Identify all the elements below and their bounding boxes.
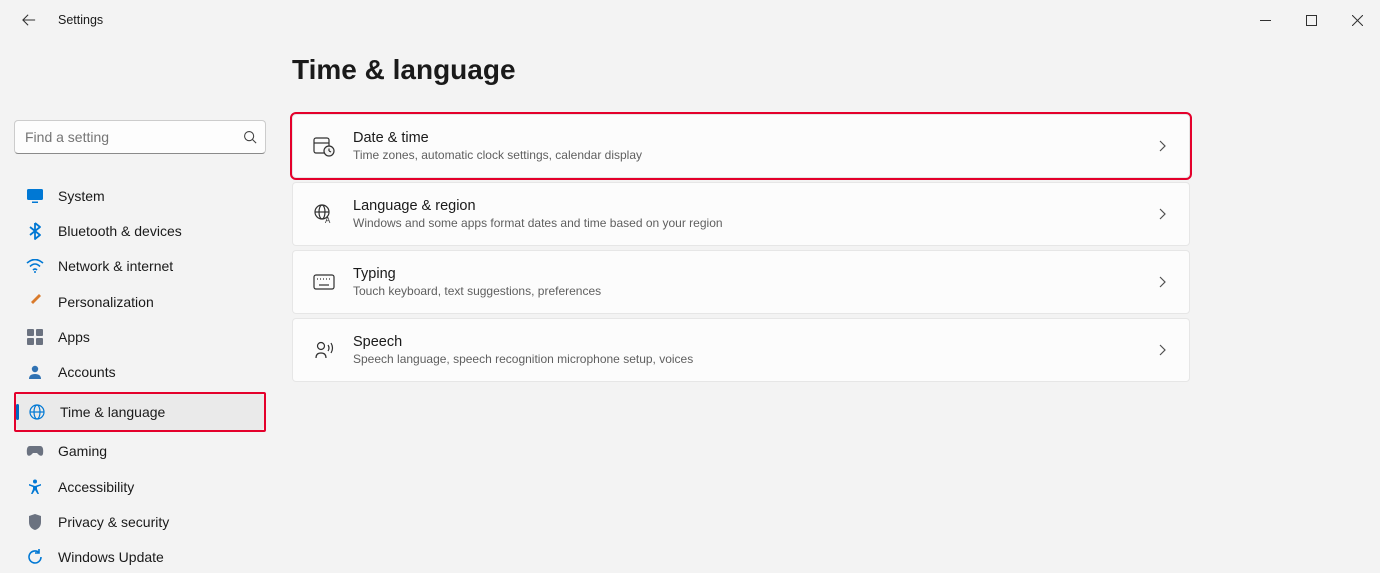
sidebar-item-label: Bluetooth & devices — [58, 223, 182, 239]
language-icon: A — [313, 203, 335, 225]
page-title: Time & language — [292, 54, 1190, 86]
paintbrush-icon — [26, 293, 44, 311]
accessibility-icon — [26, 478, 44, 496]
sidebar-item-label: System — [58, 188, 105, 204]
sidebar-item-label: Gaming — [58, 443, 107, 459]
user-icon — [26, 363, 44, 381]
sidebar-item-label: Windows Update — [58, 549, 164, 565]
card-subtitle: Time zones, automatic clock settings, ca… — [353, 148, 1137, 164]
system-icon — [26, 187, 44, 205]
search-input[interactable] — [14, 120, 266, 154]
card-text: Language & region Windows and some apps … — [353, 197, 1137, 231]
sidebar-item-apps[interactable]: Apps — [14, 321, 266, 352]
app-title: Settings — [58, 13, 103, 27]
calendar-clock-icon — [313, 135, 335, 157]
card-date-and-time[interactable]: Date & time Time zones, automatic clock … — [292, 114, 1190, 178]
window-controls — [1242, 4, 1380, 36]
card-title: Date & time — [353, 129, 1137, 148]
sidebar-item-accounts[interactable]: Accounts — [14, 356, 266, 387]
chevron-right-icon — [1155, 207, 1169, 221]
keyboard-icon — [313, 271, 335, 293]
sidebar-item-label: Time & language — [60, 404, 165, 420]
back-button[interactable] — [18, 9, 40, 31]
sidebar-item-gaming[interactable]: Gaming — [14, 436, 266, 467]
sidebar-item-label: Network & internet — [58, 258, 173, 274]
card-text: Typing Touch keyboard, text suggestions,… — [353, 265, 1137, 299]
gaming-icon — [26, 442, 44, 460]
card-subtitle: Windows and some apps format dates and t… — [353, 216, 1137, 232]
bluetooth-icon — [26, 222, 44, 240]
chevron-right-icon — [1155, 139, 1169, 153]
sidebar-item-windows-update[interactable]: Windows Update — [14, 542, 266, 573]
highlight-box: Time & language — [14, 392, 266, 432]
chevron-right-icon — [1155, 343, 1169, 357]
sidebar-item-bluetooth[interactable]: Bluetooth & devices — [14, 215, 266, 246]
globe-icon — [28, 403, 46, 421]
card-title: Language & region — [353, 197, 1137, 216]
sidebar-item-label: Personalization — [58, 294, 154, 310]
update-icon — [26, 548, 44, 566]
card-typing[interactable]: Typing Touch keyboard, text suggestions,… — [292, 250, 1190, 314]
card-title: Speech — [353, 333, 1137, 352]
sidebar-item-label: Privacy & security — [58, 514, 169, 530]
card-language-and-region[interactable]: A Language & region Windows and some app… — [292, 182, 1190, 246]
card-subtitle: Speech language, speech recognition micr… — [353, 352, 1137, 368]
shield-icon — [26, 513, 44, 531]
search-box[interactable] — [14, 120, 266, 154]
card-text: Date & time Time zones, automatic clock … — [353, 129, 1137, 163]
minimize-button[interactable] — [1242, 4, 1288, 36]
titlebar: Settings — [0, 0, 1380, 40]
main-panel: Time & language Date & time Time zones, … — [280, 40, 1380, 573]
chevron-right-icon — [1155, 275, 1169, 289]
search-icon — [242, 129, 258, 145]
card-speech[interactable]: Speech Speech language, speech recogniti… — [292, 318, 1190, 382]
sidebar-item-label: Accessibility — [58, 479, 134, 495]
sidebar-item-system[interactable]: System — [14, 180, 266, 211]
sidebar-item-label: Accounts — [58, 364, 116, 380]
svg-text:A: A — [325, 216, 331, 225]
speech-icon — [313, 339, 335, 361]
sidebar-item-personalization[interactable]: Personalization — [14, 286, 266, 317]
sidebar-item-privacy[interactable]: Privacy & security — [14, 506, 266, 537]
card-text: Speech Speech language, speech recogniti… — [353, 333, 1137, 367]
card-title: Typing — [353, 265, 1137, 284]
wifi-icon — [26, 257, 44, 275]
sidebar-item-network[interactable]: Network & internet — [14, 251, 266, 282]
sidebar-item-label: Apps — [58, 329, 90, 345]
sidebar: System Bluetooth & devices Network & int… — [0, 40, 280, 573]
maximize-button[interactable] — [1288, 4, 1334, 36]
sidebar-item-accessibility[interactable]: Accessibility — [14, 471, 266, 502]
close-button[interactable] — [1334, 4, 1380, 36]
apps-icon — [26, 328, 44, 346]
sidebar-item-time-and-language[interactable]: Time & language — [16, 394, 264, 430]
card-subtitle: Touch keyboard, text suggestions, prefer… — [353, 284, 1137, 300]
